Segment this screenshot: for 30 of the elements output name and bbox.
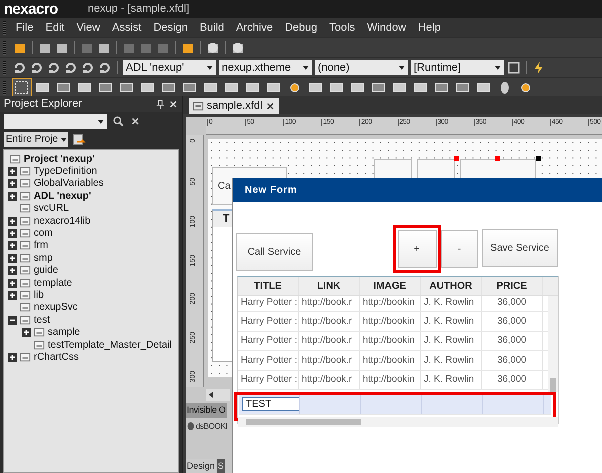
table-cell: 36,000 bbox=[482, 296, 543, 312]
form-title: New Form bbox=[245, 184, 298, 196]
table-cell: 36,000 bbox=[482, 370, 543, 389]
table-cell: J. K. Rowlin bbox=[421, 351, 482, 370]
table-cell: Harry Potter : bbox=[238, 370, 299, 389]
table-cell: Harry Potter : bbox=[238, 296, 299, 312]
table-cell: J. K. Rowlin bbox=[421, 312, 482, 331]
table-cell: http://bookin bbox=[360, 332, 421, 350]
table-cell: http://book.r bbox=[299, 332, 360, 350]
app-logo: nexacro bbox=[4, 0, 58, 18]
table-cell: Harry Potter : bbox=[238, 351, 299, 370]
table-cell: J. K. Rowlin bbox=[421, 296, 482, 312]
table-cell: http://bookin bbox=[360, 351, 421, 370]
table-cell: http://book.r bbox=[299, 351, 360, 370]
table-cell: J. K. Rowlin bbox=[421, 370, 482, 389]
panel-title: Project Explorer bbox=[4, 98, 82, 110]
table-cell: Harry Potter : bbox=[238, 312, 299, 331]
table-cell: J. K. Rowlin bbox=[421, 332, 482, 350]
window-title: nexup - [sample.xfdl] bbox=[88, 3, 190, 15]
table-cell: 36,000 bbox=[482, 351, 543, 370]
table-cell: http://bookin bbox=[360, 312, 421, 331]
panel-title: Invisible O bbox=[186, 403, 227, 418]
table-cell: 36,000 bbox=[482, 312, 543, 331]
table-cell: http://bookin bbox=[360, 296, 421, 312]
table-cell: http://bookin bbox=[360, 370, 421, 389]
table-cell: http://book.r bbox=[299, 296, 360, 312]
table-cell: 36,000 bbox=[482, 332, 543, 350]
table-cell: Harry Potter : bbox=[238, 332, 299, 350]
table-cell: http://book.r bbox=[299, 312, 360, 331]
table-cell: http://book.r bbox=[299, 370, 360, 389]
